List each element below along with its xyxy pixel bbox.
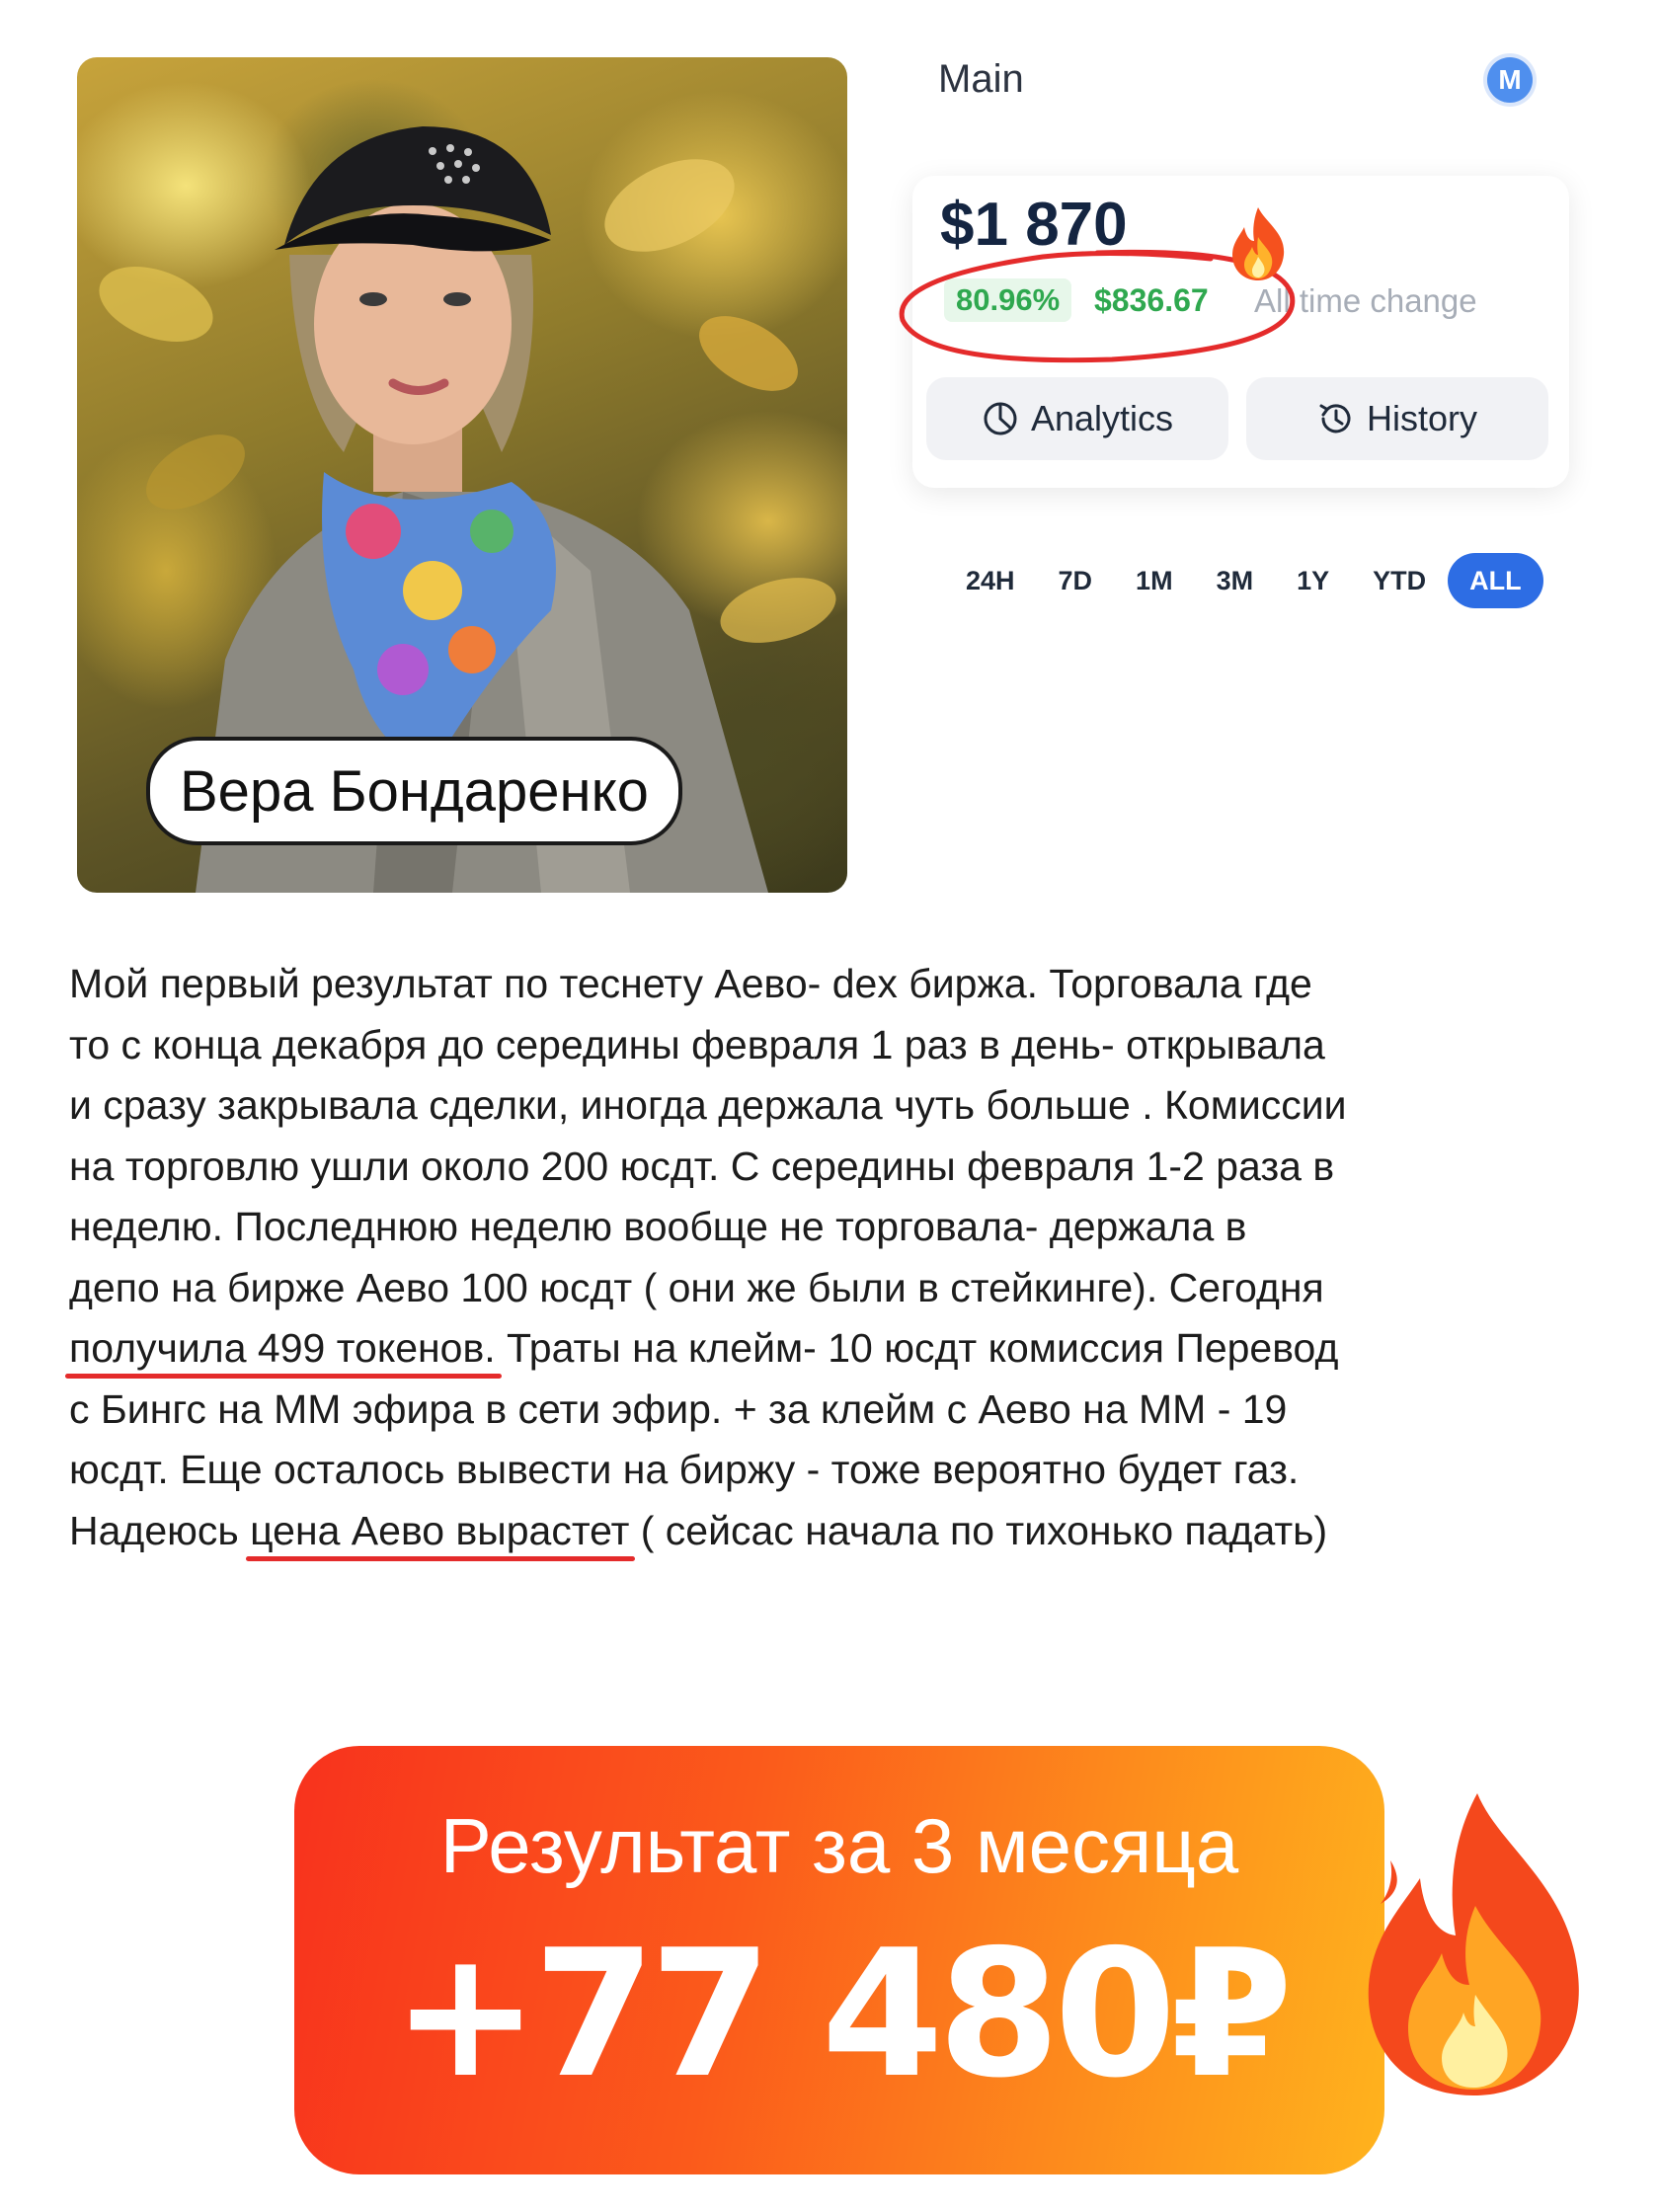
range-3m[interactable]: 3M <box>1195 553 1276 608</box>
story-line: неделю. Последнюю неделю вообще не торго… <box>69 1204 1247 1249</box>
result-banner: Результат за 3 месяца +77 480₽ <box>294 1746 1384 2174</box>
wallet-title: Main <box>938 57 1024 101</box>
time-range-selector: 24H 7D 1M 3M 1Y YTD ALL <box>944 553 1543 608</box>
profile-photo: Вера Бондаренко <box>77 57 847 893</box>
fire-emoji-icon <box>1232 207 1285 280</box>
story-fragment: Надеюсь <box>69 1507 251 1553</box>
history-clock-icon <box>1319 404 1351 434</box>
range-1m[interactable]: 1M <box>1114 553 1195 608</box>
range-all[interactable]: ALL <box>1448 553 1543 608</box>
result-value: +77 480₽ <box>391 1912 1293 2116</box>
result-caption: Результат за 3 месяца <box>439 1802 1239 1889</box>
testimonial-text: Мой первый результат по теснету Аево- de… <box>69 954 1610 1561</box>
balance-card: $1 870 80.96% $836.67 All time change An… <box>899 176 1569 488</box>
history-button[interactable]: History <box>1246 377 1548 460</box>
range-ytd[interactable]: YTD <box>1351 553 1448 608</box>
underlined-price: цена Аево вырастет <box>250 1507 630 1553</box>
analytics-label: Analytics <box>1030 398 1174 438</box>
story-line: с Бингс на ММ эфира в сети эфир. + за кл… <box>69 1385 1288 1432</box>
story-line: Надеюсь цена Аево вырастет ( сейсас нача… <box>69 1501 1610 1562</box>
analytics-button[interactable]: Analytics <box>926 377 1228 460</box>
story-fragment: Траты на клейм- 10 юсдт комиссия Перевод <box>495 1325 1339 1371</box>
story-line: и сразу закрывала сделки, иногда держала… <box>69 1082 1347 1128</box>
name-label: Вера Бондаренко <box>146 737 682 845</box>
story-line: на торговлю ушли около 200 юсдт. С серед… <box>69 1143 1335 1189</box>
story-line: Мой первый результат по теснету Аево- de… <box>69 961 1312 1006</box>
pie-chart-icon <box>984 402 1017 435</box>
history-label: History <box>1366 398 1477 438</box>
story-line: получила 499 токенов. Траты на клейм- 10… <box>69 1318 1610 1380</box>
fire-emoji-icon <box>1368 1793 1579 2095</box>
wallet-avatar[interactable]: M <box>1487 57 1533 103</box>
range-24h[interactable]: 24H <box>944 553 1037 608</box>
range-1y[interactable]: 1Y <box>1275 553 1351 608</box>
story-fragment: ( сейсас начала по тихонько падать) <box>629 1507 1328 1553</box>
underlined-tokens: получила 499 токенов. <box>69 1325 496 1371</box>
story-line: юсдт. Еще осталось вывести на биржу - то… <box>69 1447 1300 1492</box>
story-line: депо на бирже Аево 100 юсдт ( они же был… <box>69 1264 1324 1310</box>
range-7d[interactable]: 7D <box>1037 553 1115 608</box>
story-line: то с конца декабря до середины февраля 1… <box>69 1021 1325 1067</box>
